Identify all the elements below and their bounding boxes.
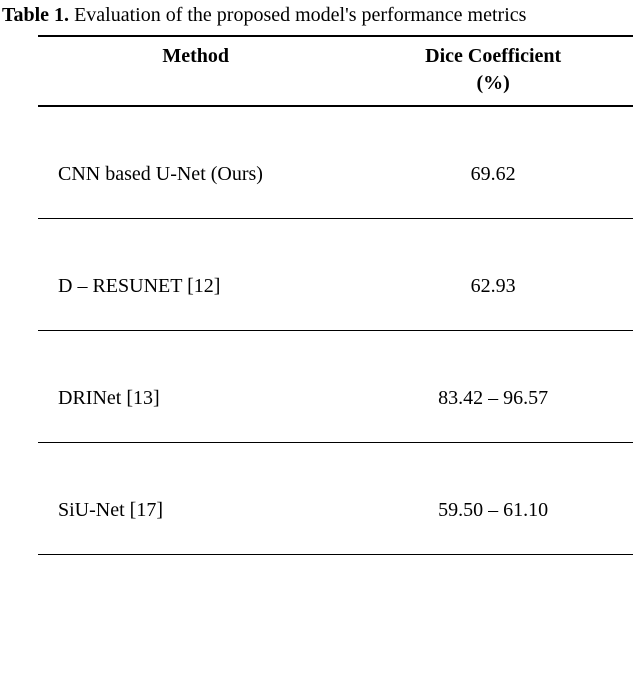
table-header-row: Method Dice Coefficient (%) xyxy=(38,36,633,106)
table-caption: Table 1. Evaluation of the proposed mode… xyxy=(0,0,640,35)
table-caption-text: Evaluation of the proposed model's perfo… xyxy=(69,4,526,26)
table-row: DRINet [13] 83.42 – 96.57 xyxy=(38,331,633,443)
cell-value: 83.42 – 96.57 xyxy=(353,331,633,443)
table-row: SiU-Net [17] 59.50 – 61.10 xyxy=(38,443,633,555)
cell-value: 62.93 xyxy=(353,219,633,331)
table-label: Table 1. xyxy=(2,4,69,26)
cell-method: CNN based U-Net (Ours) xyxy=(38,106,353,219)
cell-value: 59.50 – 61.10 xyxy=(353,443,633,555)
header-dice: Dice Coefficient (%) xyxy=(353,36,633,106)
header-method: Method xyxy=(38,36,353,106)
performance-table: Method Dice Coefficient (%) CNN based U-… xyxy=(38,35,633,555)
header-dice-line2: (%) xyxy=(363,72,623,95)
header-dice-line1: Dice Coefficient xyxy=(425,45,561,67)
cell-method: D – RESUNET [12] xyxy=(38,219,353,331)
table-row: D – RESUNET [12] 62.93 xyxy=(38,219,633,331)
table-row: CNN based U-Net (Ours) 69.62 xyxy=(38,106,633,219)
cell-method: DRINet [13] xyxy=(38,331,353,443)
cell-method: SiU-Net [17] xyxy=(38,443,353,555)
cell-value: 69.62 xyxy=(353,106,633,219)
